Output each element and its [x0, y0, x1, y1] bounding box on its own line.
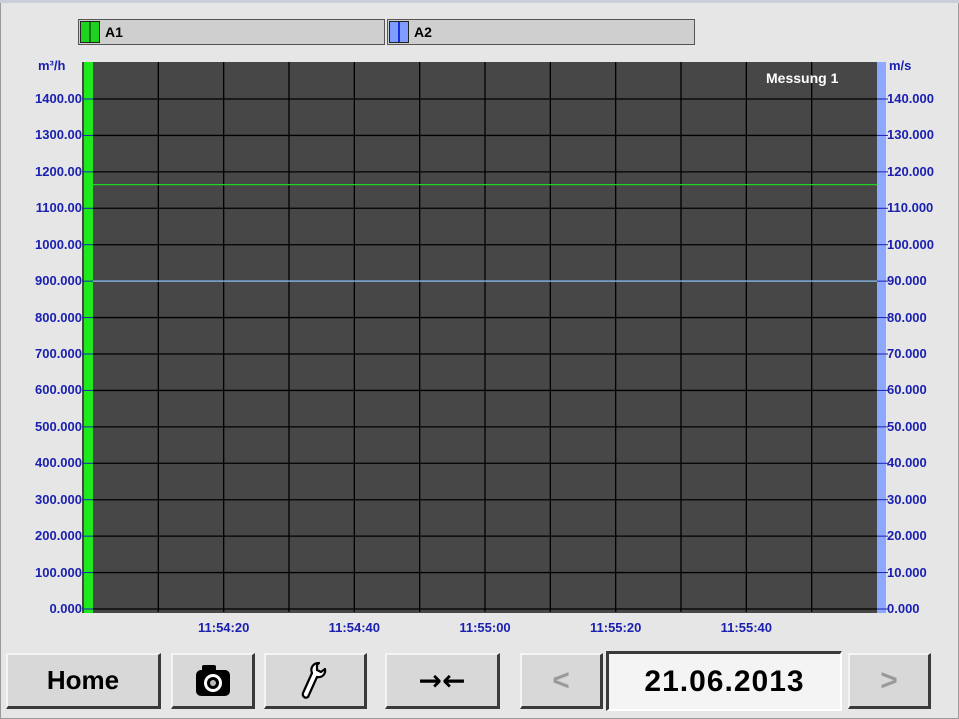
date-value: 21.06.2013: [644, 664, 805, 698]
next-label: >: [880, 663, 898, 697]
legend-channel-a1[interactable]: A1: [78, 19, 385, 45]
legend-swatch-a1: [80, 21, 100, 43]
left-tick-label: 700.000: [35, 346, 82, 361]
right-tick-label: 70.000: [887, 346, 927, 361]
home-button-label: Home: [46, 665, 120, 695]
x-tick-label: 11:55:20: [589, 620, 642, 635]
right-tick-label: 90.000: [887, 273, 927, 289]
right-tick-label: 30.000: [887, 491, 927, 507]
previous-label: <: [552, 663, 570, 697]
right-tick-label: 80.000: [887, 309, 927, 325]
right-tick-label: 40.000: [887, 455, 927, 471]
right-tick-label: 20.000: [887, 528, 927, 544]
legend-label-a1: A1: [105, 24, 123, 40]
settings-button[interactable]: [264, 653, 367, 709]
left-tick-label: 1400.00: [35, 91, 82, 106]
left-axis-unit: m³/h: [38, 58, 66, 73]
left-tick-label: 200.000: [35, 528, 82, 544]
x-tick-label: 11:54:40: [328, 620, 380, 635]
right-tick-label: 120.000: [887, 163, 934, 179]
x-tick-label: 11:54:20: [197, 620, 250, 635]
left-tick-label: 600.000: [35, 382, 82, 398]
x-tick-label: 11:55:40: [720, 620, 772, 635]
left-tick-label: 1000.00: [35, 236, 82, 252]
left-tick-label: 500.000: [35, 418, 82, 434]
next-button[interactable]: >: [848, 653, 931, 709]
right-tick-label: 0.000: [887, 601, 920, 616]
left-tick-label: 1200.00: [35, 163, 82, 179]
wrench-icon: [301, 661, 327, 699]
x-tick-label: 11:55:00: [459, 620, 511, 635]
right-tick-label: 100.000: [887, 236, 934, 252]
chart-plot-area[interactable]: [82, 62, 886, 613]
previous-button[interactable]: <: [520, 653, 603, 709]
right-tick-label: 130.000: [887, 127, 934, 143]
left-tick-label: 800.000: [35, 309, 82, 325]
screenshot-button[interactable]: [171, 653, 255, 709]
camera-icon: [195, 664, 230, 696]
left-tick-label: 100.000: [35, 564, 82, 580]
legend-channel-a2[interactable]: A2: [387, 19, 695, 45]
right-axis-unit: m/s: [889, 58, 912, 73]
right-tick-label: 10.000: [887, 564, 927, 580]
left-axis-bar: [84, 62, 93, 613]
right-axis-bar: [877, 62, 886, 613]
zoom-fit-button[interactable]: →←: [385, 653, 500, 709]
arrows-in-icon: →←: [418, 664, 466, 697]
home-button[interactable]: Home: [6, 653, 161, 709]
legend-label-a2: A2: [414, 24, 432, 40]
date-display[interactable]: 21.06.2013: [606, 651, 842, 711]
right-tick-label: 60.000: [887, 382, 927, 398]
left-tick-label: 900.000: [35, 273, 82, 289]
left-tick-label: 1300.00: [35, 127, 82, 143]
measurement-label: Messung 1: [766, 70, 839, 86]
left-tick-label: 300.000: [35, 491, 82, 507]
left-tick-label: 1100.00: [35, 200, 82, 216]
right-tick-label: 110.000: [887, 200, 934, 216]
top-band: [0, 0, 959, 3]
right-tick-label: 140.000: [887, 91, 934, 106]
right-tick-label: 50.000: [887, 418, 927, 434]
legend-swatch-a2: [389, 21, 409, 43]
left-tick-label: 0.000: [49, 601, 82, 616]
left-tick-label: 400.000: [35, 455, 82, 471]
